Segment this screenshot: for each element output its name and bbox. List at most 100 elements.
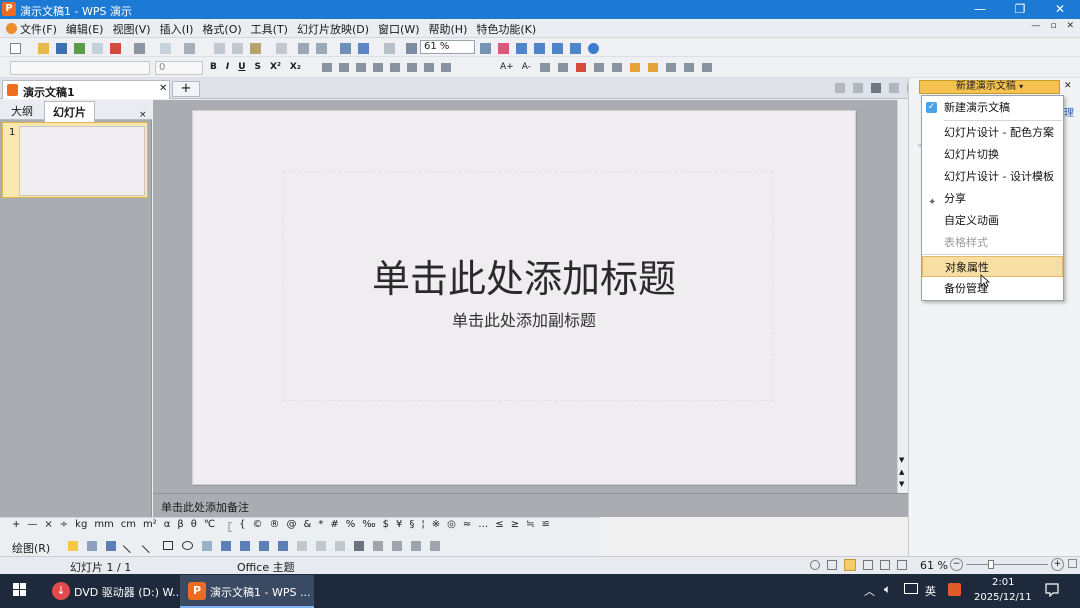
zoom-select[interactable]: 61 % <box>420 40 475 54</box>
notes-placeholder[interactable]: 单击此处添加备注 <box>161 499 249 515</box>
decrease-indent-icon[interactable] <box>540 63 550 72</box>
symbol-button[interactable]: @ <box>287 519 297 534</box>
volume-icon[interactable]: 🔈︎ <box>884 582 891 597</box>
new-file-icon[interactable] <box>10 43 21 54</box>
prev-slide-icon[interactable]: ▲ <box>899 468 904 476</box>
document-tab[interactable]: 演示文稿1 ✕ <box>2 80 170 99</box>
mdi-restore-button[interactable]: ▫ <box>1050 21 1056 31</box>
symbol-button[interactable]: { <box>239 519 245 534</box>
symbol-button[interactable]: ※ <box>432 519 440 534</box>
cloud-icon[interactable] <box>570 43 581 54</box>
close-tab-button[interactable]: ✕ <box>159 83 167 94</box>
vertical-scrollbar[interactable]: ▼ ▲ ▼ <box>897 100 908 493</box>
new-tab-button[interactable]: + <box>172 81 200 97</box>
save-icon[interactable] <box>56 43 67 54</box>
title-placeholder[interactable]: 单击此处添加标题 <box>192 248 856 303</box>
line-icon[interactable] <box>122 538 138 554</box>
symbol-button[interactable]: — <box>27 519 37 534</box>
print-icon[interactable] <box>134 43 145 54</box>
symbol-button[interactable]: ‰ <box>362 519 375 534</box>
symbol-button[interactable]: ¥ <box>396 519 402 534</box>
clock-time[interactable]: 2:01 <box>992 577 1014 588</box>
menu-tools[interactable]: 工具(T) <box>251 21 288 37</box>
next-slide-icon[interactable]: ▼ <box>899 480 904 488</box>
zoom-out-button[interactable]: − <box>950 558 963 571</box>
design-icon[interactable] <box>630 63 640 72</box>
undo-icon[interactable] <box>298 43 309 54</box>
symbol-button[interactable]: © <box>253 519 263 534</box>
task-panel-side-text[interactable]: 理 <box>1064 104 1074 119</box>
zoom-slider-thumb[interactable] <box>988 560 994 569</box>
font-size-select[interactable]: 0 <box>155 61 203 75</box>
subscript-button[interactable]: X₂ <box>290 62 301 72</box>
symbol-button[interactable]: ≥ <box>511 519 519 534</box>
slideshow-view-icon[interactable] <box>889 83 899 93</box>
clipart-icon[interactable] <box>259 541 269 551</box>
dd-item-new-presentation[interactable]: ✓ 新建演示文稿 <box>922 97 1063 118</box>
symbol-button[interactable]: * <box>318 519 323 534</box>
justify-icon[interactable] <box>373 63 383 72</box>
rectangle-icon[interactable] <box>163 541 173 550</box>
arrow-icon[interactable] <box>141 538 157 554</box>
find-icon[interactable] <box>480 43 491 54</box>
menu-special[interactable]: 特色功能(K) <box>476 21 536 37</box>
menu-window[interactable]: 窗口(W) <box>378 21 419 37</box>
wordart-icon[interactable] <box>221 541 231 551</box>
grid-view-icon[interactable] <box>702 63 712 72</box>
dd-item-design-template[interactable]: 幻灯片设计 - 设计模板 <box>922 166 1063 187</box>
line-style-icon[interactable] <box>354 541 364 551</box>
shadow-button[interactable]: S <box>255 62 261 72</box>
taskbar-app-wps[interactable]: P 演示文稿1 - WPS ... <box>180 575 314 608</box>
app-menu-icon[interactable] <box>6 23 17 34</box>
dd-item-color-scheme[interactable]: 幻灯片设计 - 配色方案 <box>922 122 1063 143</box>
slideshow-status-icon[interactable] <box>897 560 907 570</box>
help-icon[interactable] <box>588 43 599 54</box>
layout-icon[interactable] <box>648 63 658 72</box>
notes-pane[interactable] <box>153 493 908 517</box>
shrink-font-button[interactable]: A- <box>522 62 531 72</box>
tray-app-icon[interactable] <box>948 583 961 596</box>
menu-help[interactable]: 帮助(H) <box>429 21 468 37</box>
share-icon[interactable] <box>74 43 85 54</box>
network-icon[interactable] <box>904 583 918 594</box>
menu-format[interactable]: 格式(O) <box>202 21 241 37</box>
dropdown-icon[interactable] <box>827 560 837 570</box>
dd-item-share[interactable]: ✦ 分享 <box>922 188 1063 209</box>
columns-icon[interactable] <box>407 63 417 72</box>
text-color-icon[interactable] <box>335 541 345 551</box>
restore-button[interactable]: ❐ <box>1000 0 1040 19</box>
cut-icon[interactable] <box>214 43 225 54</box>
task-panel-close-button[interactable]: ✕ <box>1064 81 1072 91</box>
symbol-button[interactable]: ≌ <box>541 519 549 534</box>
menu-file[interactable]: 文件(F) <box>20 21 57 37</box>
wps-logo-icon[interactable]: P <box>2 2 16 16</box>
close-window-button[interactable]: ✕ <box>1040 0 1080 19</box>
normal-view-icon[interactable] <box>835 83 845 93</box>
symbol-button[interactable]: α <box>164 519 171 534</box>
italic-button[interactable]: I <box>226 62 229 72</box>
tab-slides[interactable]: 幻灯片 <box>44 101 95 122</box>
symbol-button[interactable]: ℃ <box>204 519 215 534</box>
menu-slideshow[interactable]: 幻灯片放映(D) <box>297 21 369 37</box>
menu-insert[interactable]: 插入(I) <box>160 21 194 37</box>
diagram-icon[interactable] <box>240 541 250 551</box>
insert-table-icon[interactable] <box>340 43 351 54</box>
underline-button[interactable]: U <box>238 62 245 72</box>
reading-view-icon[interactable] <box>871 83 881 93</box>
symbol-button[interactable]: ≤ <box>495 519 503 534</box>
align-left-icon[interactable] <box>322 63 332 72</box>
dd-item-slide-transition[interactable]: 幻灯片切换 <box>922 144 1063 165</box>
align-right-icon[interactable] <box>356 63 366 72</box>
sorter-view-status-icon[interactable] <box>863 560 873 570</box>
symbol-button[interactable]: kg <box>75 519 87 534</box>
tab-outline[interactable]: 大纲 <box>11 103 33 119</box>
notification-icon[interactable] <box>1045 583 1059 597</box>
dash-style-icon[interactable] <box>373 541 383 551</box>
notes-view-status-icon[interactable] <box>880 560 890 570</box>
insert-chart-icon[interactable] <box>358 43 369 54</box>
format-painter-icon[interactable] <box>184 43 195 54</box>
redo-icon[interactable] <box>316 43 327 54</box>
zoom-slider[interactable] <box>966 564 1048 565</box>
numbered-list-icon[interactable] <box>424 63 434 72</box>
taskbar-app-dvd[interactable]: ↓ DVD 驱动器 (D:) W... <box>44 575 183 607</box>
